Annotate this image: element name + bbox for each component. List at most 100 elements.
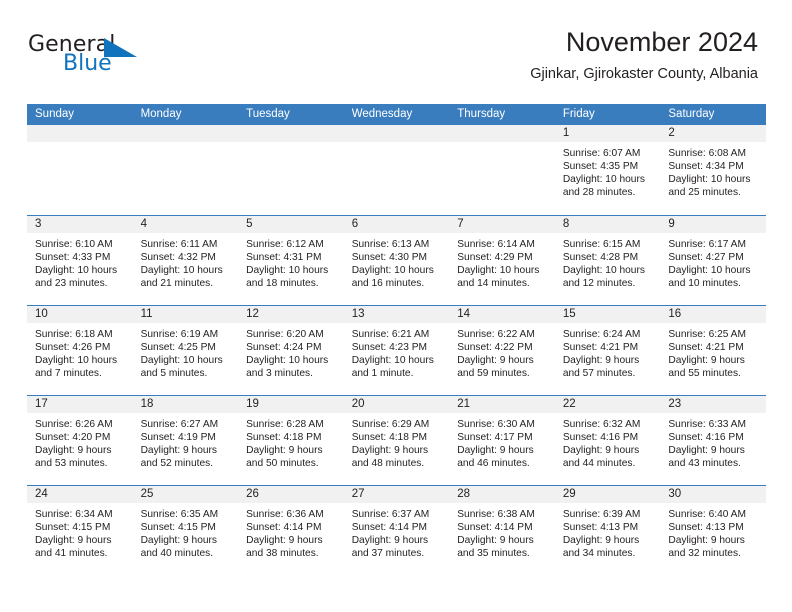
day-number: 10 [27,305,133,323]
day-number: 3 [27,215,133,233]
calendar-day-cell[interactable]: 9 Sunrise: 6:17 AM Sunset: 4:27 PM Daylight… [660,214,766,305]
calendar-day-cell[interactable]: 23 Sunrise: 6:33 AM Sunset: 4:16 PM Dayligh… [660,394,766,485]
calendar-day-cell[interactable]: 8 Sunrise: 6:15 AM Sunset: 4:28 PM Daylight… [554,214,661,305]
sunrise-time: Sunrise: 6:12 AM [246,238,324,250]
sunset-time: Sunset: 4:18 PM [351,431,428,443]
calendar-day-cell[interactable]: 18 Sunrise: 6:27 AM Sunset: 4:19 PM Dayligh… [132,394,239,485]
page-header: General Blue November 2024 Gjinkar, Gjir… [28,26,758,98]
sunset-time: Sunset: 4:15 PM [35,521,111,533]
day-details: Sunrise: 6:12 AM Sunset: 4:31 PM Daylight:… [238,233,344,290]
calendar-day-cell[interactable]: 13 Sunrise: 6:21 AM Sunset: 4:23 PM Dayligh… [343,304,450,395]
day-number: 2 [660,125,766,142]
sunrise-time: Sunrise: 6:20 AM [246,328,324,340]
calendar-day-cell[interactable]: 4 Sunrise: 6:11 AM Sunset: 4:32 PM Daylight… [132,214,239,305]
calendar-day-cell[interactable]: 24 Sunrise: 6:34 AM Sunset: 4:15 PM Dayligh… [27,484,133,575]
sunrise-time: Sunrise: 6:28 AM [246,418,324,430]
sunrise-time: Sunrise: 6:35 AM [140,508,219,520]
weekday-header-saturday: Saturday [660,104,766,125]
calendar-day-cell[interactable]: 17 Sunrise: 6:26 AM Sunset: 4:20 PM Dayligh… [27,394,133,485]
sunrise-time: Sunrise: 6:27 AM [140,418,219,430]
day-number: 24 [27,485,133,503]
calendar-day-cell[interactable]: 10 Sunrise: 6:18 AM Sunset: 4:26 PM Dayligh… [27,304,133,395]
day-number: 20 [343,395,450,413]
calendar-day-cell[interactable]: 5 Sunrise: 6:12 AM Sunset: 4:31 PM Daylight… [238,214,344,305]
daylight-duration-line1: Daylight: 9 hours [140,444,218,456]
day-number: 27 [343,485,450,503]
calendar-day-cell[interactable]: 29 Sunrise: 6:39 AM Sunset: 4:13 PM Dayligh… [554,484,661,575]
calendar-day-cell[interactable]: 25 Sunrise: 6:35 AM Sunset: 4:15 PM Dayligh… [132,484,239,575]
daylight-duration-line2: and 28 minutes. [562,187,636,199]
daylight-duration-line1: Daylight: 10 hours [562,264,645,276]
day-number: 11 [132,305,239,323]
daylight-duration-line1: Daylight: 9 hours [562,444,640,456]
sunset-time: Sunset: 4:25 PM [140,341,216,353]
daylight-duration-line1: Daylight: 10 hours [668,174,751,186]
daylight-duration-line1: Daylight: 9 hours [668,534,745,546]
daylight-duration-line2: and 38 minutes. [246,547,319,559]
calendar-day-cell[interactable]: 15 Sunrise: 6:24 AM Sunset: 4:21 PM Dayligh… [554,304,661,395]
calendar-day-cell[interactable]: 11 Sunrise: 6:19 AM Sunset: 4:25 PM Dayligh… [132,304,239,395]
calendar-day-cell[interactable]: 16 Sunrise: 6:25 AM Sunset: 4:21 PM Dayligh… [660,304,766,395]
day-details: Sunrise: 6:27 AM Sunset: 4:19 PM Daylight:… [133,413,239,470]
day-number: 6 [343,215,450,233]
calendar-day-cell[interactable]: 7 Sunrise: 6:14 AM Sunset: 4:29 PM Daylight… [449,214,555,305]
day-details: Sunrise: 6:37 AM Sunset: 4:14 PM Daylight:… [344,503,450,560]
calendar-day-cell[interactable]: 28 Sunrise: 6:38 AM Sunset: 4:14 PM Dayligh… [449,484,555,575]
calendar-day-cell[interactable]: 30 Sunrise: 6:40 AM Sunset: 4:13 PM Dayligh… [660,484,766,575]
daylight-duration-line2: and 25 minutes. [668,187,741,199]
day-details: Sunrise: 6:25 AM Sunset: 4:21 PM Daylight:… [660,323,766,380]
day-number [343,125,450,142]
daylight-duration-line1: Daylight: 9 hours [246,444,323,456]
sunrise-time: Sunrise: 6:26 AM [35,418,113,430]
day-details: Sunrise: 6:21 AM Sunset: 4:23 PM Daylight:… [344,323,450,380]
calendar-day-cell[interactable]: 1 Sunrise: 6:07 AM Sunset: 4:35 PM Daylight… [554,125,661,215]
day-number: 18 [132,395,239,413]
calendar-day-cell[interactable]: 26 Sunrise: 6:36 AM Sunset: 4:14 PM Dayligh… [238,484,344,575]
day-number: 22 [554,395,661,413]
sunset-time: Sunset: 4:14 PM [351,521,428,533]
calendar-day-cell[interactable]: 27 Sunrise: 6:37 AM Sunset: 4:14 PM Dayligh… [343,484,450,575]
daylight-duration-line2: and 21 minutes. [140,277,214,289]
daylight-duration-line2: and 3 minutes. [246,367,313,379]
sunset-time: Sunset: 4:17 PM [457,431,533,443]
daylight-duration-line1: Daylight: 10 hours [140,264,223,276]
day-number [449,125,555,142]
calendar-day-cell[interactable]: 6 Sunrise: 6:13 AM Sunset: 4:30 PM Daylight… [343,214,450,305]
sunset-time: Sunset: 4:21 PM [562,341,639,353]
daylight-duration-line1: Daylight: 10 hours [668,264,751,276]
calendar-day-cell[interactable]: 21 Sunrise: 6:30 AM Sunset: 4:17 PM Dayligh… [449,394,555,485]
daylight-duration-line2: and 23 minutes. [35,277,108,289]
calendar-day-cell[interactable]: 3 Sunrise: 6:10 AM Sunset: 4:33 PM Daylight… [27,214,133,305]
day-details: Sunrise: 6:26 AM Sunset: 4:20 PM Daylight:… [27,413,133,470]
calendar-day-cell[interactable]: 19 Sunrise: 6:28 AM Sunset: 4:18 PM Dayligh… [238,394,344,485]
calendar-page: General Blue November 2024 Gjinkar, Gjir… [0,0,792,612]
calendar-day-cell[interactable]: 2 Sunrise: 6:08 AM Sunset: 4:34 PM Daylight… [660,125,766,215]
calendar-week-row: 24 Sunrise: 6:34 AM Sunset: 4:15 PM Dayligh… [27,484,766,575]
page-subtitle: Gjinkar, Gjirokaster County, Albania [530,66,758,82]
calendar-day-cell-empty [27,125,133,215]
sunrise-time: Sunrise: 6:15 AM [562,238,641,250]
sunset-time: Sunset: 4:33 PM [35,251,111,263]
day-details: Sunrise: 6:38 AM Sunset: 4:14 PM Daylight:… [449,503,555,560]
day-number: 5 [238,215,344,233]
daylight-duration-line2: and 1 minute. [351,367,414,379]
calendar-day-cell[interactable]: 14 Sunrise: 6:22 AM Sunset: 4:22 PM Dayligh… [449,304,555,395]
sunrise-time: Sunrise: 6:22 AM [457,328,535,340]
sunrise-time: Sunrise: 6:36 AM [246,508,324,520]
day-number [238,125,344,142]
daylight-duration-line2: and 48 minutes. [351,457,425,469]
calendar-day-cell[interactable]: 12 Sunrise: 6:20 AM Sunset: 4:24 PM Dayligh… [238,304,344,395]
daylight-duration-line2: and 43 minutes. [668,457,741,469]
sunset-time: Sunset: 4:26 PM [35,341,111,353]
sunrise-time: Sunrise: 6:19 AM [140,328,219,340]
day-number [132,125,239,142]
daylight-duration-line1: Daylight: 10 hours [140,354,223,366]
calendar-day-cell[interactable]: 22 Sunrise: 6:32 AM Sunset: 4:16 PM Dayligh… [554,394,661,485]
sunset-time: Sunset: 4:19 PM [140,431,216,443]
weekday-header-wednesday: Wednesday [343,104,450,125]
calendar-day-cell[interactable]: 20 Sunrise: 6:29 AM Sunset: 4:18 PM Dayligh… [343,394,450,485]
sunrise-time: Sunrise: 6:24 AM [562,328,641,340]
day-number: 4 [132,215,239,233]
general-blue-logo[interactable]: General Blue [28,34,218,90]
day-details: Sunrise: 6:39 AM Sunset: 4:13 PM Daylight:… [555,503,661,560]
